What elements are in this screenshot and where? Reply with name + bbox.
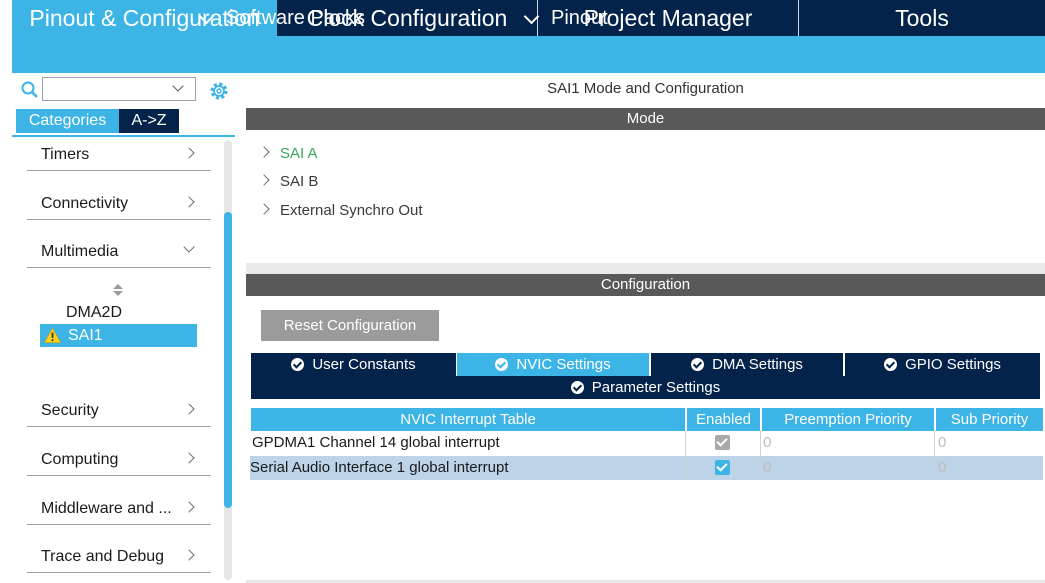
tab-label: NVIC Settings: [516, 356, 611, 373]
check-circle-icon: [495, 357, 509, 371]
check-circle-icon: [570, 380, 584, 394]
chevron-down-icon: [198, 8, 215, 25]
software-packs-label: Software Packs: [226, 7, 365, 29]
list-item-dma2d[interactable]: DMA2D: [66, 304, 122, 322]
sub-priority-value[interactable]: 0: [938, 456, 946, 480]
tab-label: User Constants: [312, 356, 416, 373]
search-icon[interactable]: [20, 80, 40, 100]
mode-header: Mode: [246, 108, 1045, 130]
sort-icon[interactable]: [112, 283, 124, 297]
mode-item-label: SAI A: [280, 145, 318, 162]
chevron-right-icon: [183, 549, 195, 561]
mode-item-external-synchro-out[interactable]: External Synchro Out: [258, 202, 423, 219]
chevron-down-icon: [183, 241, 195, 253]
tab-tools[interactable]: Tools: [798, 0, 1045, 36]
category-multimedia[interactable]: Multimedia: [27, 238, 211, 268]
tab-label: DMA Settings: [712, 356, 803, 373]
interrupt-name: Serial Audio Interface 1 global interrup…: [250, 459, 509, 476]
tab-user-constants[interactable]: User Constants: [251, 353, 456, 376]
list-item-sai1[interactable]: SAI1: [40, 324, 197, 347]
chevron-right-icon: [258, 203, 270, 215]
column-divider: [934, 431, 935, 480]
check-circle-icon: [291, 357, 305, 371]
enabled-checkbox[interactable]: [715, 460, 730, 475]
mode-item-label: External Synchro Out: [280, 202, 423, 219]
category-security[interactable]: Security: [27, 397, 211, 427]
category-label: Middleware and ...: [41, 500, 172, 517]
pinout-label: Pinout: [551, 7, 608, 29]
warning-icon: [44, 328, 61, 343]
column-divider: [685, 431, 686, 480]
tab-a-z[interactable]: A->Z: [119, 109, 179, 133]
software-packs-menu[interactable]: Software Packs: [195, 0, 365, 37]
chevron-right-icon: [183, 196, 195, 208]
reset-configuration-button[interactable]: Reset Configuration: [261, 310, 439, 341]
chevron-right-icon: [183, 501, 195, 513]
interrupt-name: GPDMA1 Channel 14 global interrupt: [252, 434, 500, 451]
chevron-right-icon: [258, 146, 270, 158]
column-header-preemption[interactable]: Preemption Priority: [762, 408, 934, 431]
mode-item-sai-a[interactable]: SAI A: [258, 145, 318, 162]
enabled-checkbox: [715, 435, 730, 450]
preemption-priority-value[interactable]: 0: [763, 431, 771, 455]
mode-item-sai-b[interactable]: SAI B: [258, 173, 319, 190]
category-label: Timers: [41, 146, 90, 163]
sai1-label: SAI1: [68, 327, 103, 344]
tab-dma-settings[interactable]: DMA Settings: [651, 353, 843, 376]
tab-gpio-settings[interactable]: GPIO Settings: [845, 353, 1040, 376]
scrollbar-thumb[interactable]: [224, 212, 232, 508]
column-header-sub-priority[interactable]: Sub Priority: [936, 408, 1043, 431]
search-input[interactable]: [42, 77, 196, 101]
category-label: Security: [41, 402, 99, 419]
mode-item-label: SAI B: [280, 173, 319, 190]
check-circle-icon: [884, 357, 898, 371]
tab-categories[interactable]: Categories: [16, 109, 119, 133]
category-timers[interactable]: Timers: [27, 141, 211, 171]
category-label: Trace and Debug: [41, 548, 165, 565]
category-trace-debug[interactable]: Trace and Debug: [27, 543, 211, 573]
column-header-interrupt[interactable]: NVIC Interrupt Table: [251, 408, 685, 431]
column-divider: [760, 431, 761, 480]
secondary-menu-bar: [12, 36, 1045, 73]
tab-parameter-settings[interactable]: Parameter Settings: [251, 376, 1040, 399]
chevron-right-icon: [183, 403, 195, 415]
category-middleware[interactable]: Middleware and ...: [27, 495, 211, 525]
check-circle-icon: [691, 357, 705, 371]
tab-nvic-settings[interactable]: NVIC Settings: [457, 353, 649, 376]
chevron-right-icon: [183, 452, 195, 464]
gear-icon[interactable]: [208, 80, 230, 102]
category-computing[interactable]: Computing: [27, 446, 211, 476]
chevron-down-icon: [523, 8, 540, 25]
configuration-header: Configuration: [246, 274, 1045, 296]
chevron-right-icon: [183, 147, 195, 159]
chevron-right-icon: [258, 174, 270, 186]
pinout-menu[interactable]: Pinout: [520, 0, 608, 37]
tab-label: GPIO Settings: [905, 356, 1001, 373]
sub-priority-value[interactable]: 0: [938, 431, 946, 455]
category-label: Connectivity: [41, 195, 129, 212]
preemption-priority-value[interactable]: 0: [763, 456, 771, 480]
divider: [12, 135, 235, 137]
mode-section: [246, 130, 1045, 263]
category-label: Multimedia: [41, 243, 119, 260]
column-header-enabled[interactable]: Enabled: [687, 408, 760, 431]
category-connectivity[interactable]: Connectivity: [27, 190, 211, 220]
panel-title: SAI1 Mode and Configuration: [547, 80, 744, 97]
category-label: Computing: [41, 451, 119, 468]
tab-label: Parameter Settings: [591, 379, 721, 396]
